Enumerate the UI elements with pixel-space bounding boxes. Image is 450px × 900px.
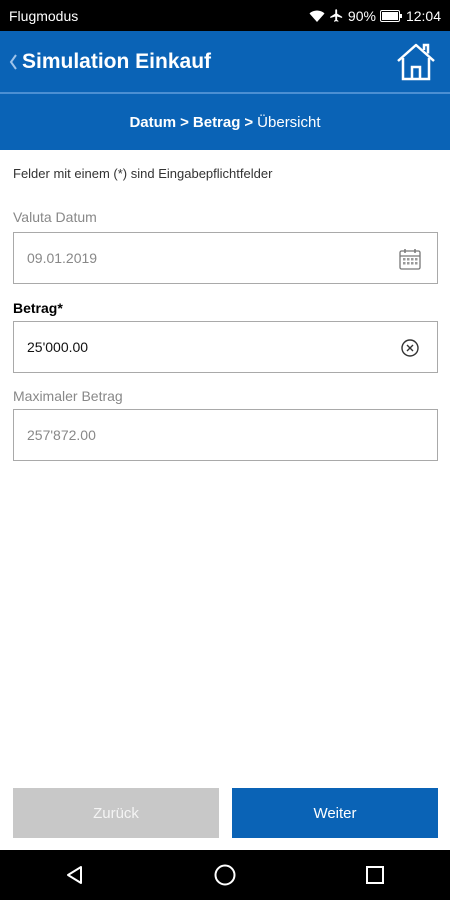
back-chevron-icon <box>9 53 17 70</box>
amount-label: Betrag* <box>13 300 63 316</box>
amount-field[interactable] <box>13 321 438 373</box>
breadcrumb-step-uebersicht: Übersicht <box>257 113 321 131</box>
max-amount-label: Maximaler Betrag <box>13 388 123 404</box>
nav-home-button[interactable] <box>195 855 255 895</box>
valuta-date-label: Valuta Datum <box>13 209 97 225</box>
status-bar: Flugmodus 90% 12:04 <box>0 0 450 31</box>
clear-button[interactable] <box>397 335 423 361</box>
clear-icon <box>401 339 419 357</box>
nav-recents-button[interactable] <box>345 855 405 895</box>
home-button[interactable] <box>394 39 438 83</box>
nav-recents-icon <box>366 866 384 884</box>
carrier-label: Flugmodus <box>9 7 79 24</box>
back-button[interactable] <box>4 53 22 71</box>
wifi-icon <box>309 10 325 22</box>
breadcrumb-separator: > <box>244 113 254 131</box>
max-amount-field: 257'872.00 <box>13 409 438 461</box>
amount-input[interactable] <box>27 339 437 355</box>
breadcrumb-step-betrag: Betrag <box>192 113 241 131</box>
breadcrumb-separator: > <box>180 113 189 131</box>
next-button[interactable]: Weiter <box>232 788 438 838</box>
max-amount-value: 257'872.00 <box>27 427 96 443</box>
breadcrumb: Datum > Betrag > Übersicht <box>0 94 450 150</box>
page-title: Simulation Einkauf <box>22 49 212 73</box>
app-bar: Simulation Einkauf <box>0 31 450 92</box>
home-icon <box>397 43 435 81</box>
calendar-icon <box>399 249 421 270</box>
valuta-date-value: 09.01.2019 <box>27 250 98 266</box>
required-fields-note: Felder mit einem (*) sind Eingabepflicht… <box>13 166 273 181</box>
clock: 12:04 <box>405 7 441 24</box>
back-step-button[interactable]: Zurück <box>13 788 219 838</box>
android-nav-bar <box>0 850 450 900</box>
status-icons: 90% 12:04 <box>309 8 441 24</box>
calendar-button[interactable] <box>397 246 423 272</box>
airplane-icon <box>330 9 343 22</box>
nav-back-button[interactable] <box>45 855 105 895</box>
nav-back-icon <box>67 866 82 884</box>
battery-icon <box>379 9 402 22</box>
valuta-date-field[interactable]: 09.01.2019 <box>13 232 438 284</box>
breadcrumb-step-datum: Datum <box>129 113 177 131</box>
battery-percent: 90% <box>347 7 376 24</box>
nav-home-icon <box>214 864 236 886</box>
